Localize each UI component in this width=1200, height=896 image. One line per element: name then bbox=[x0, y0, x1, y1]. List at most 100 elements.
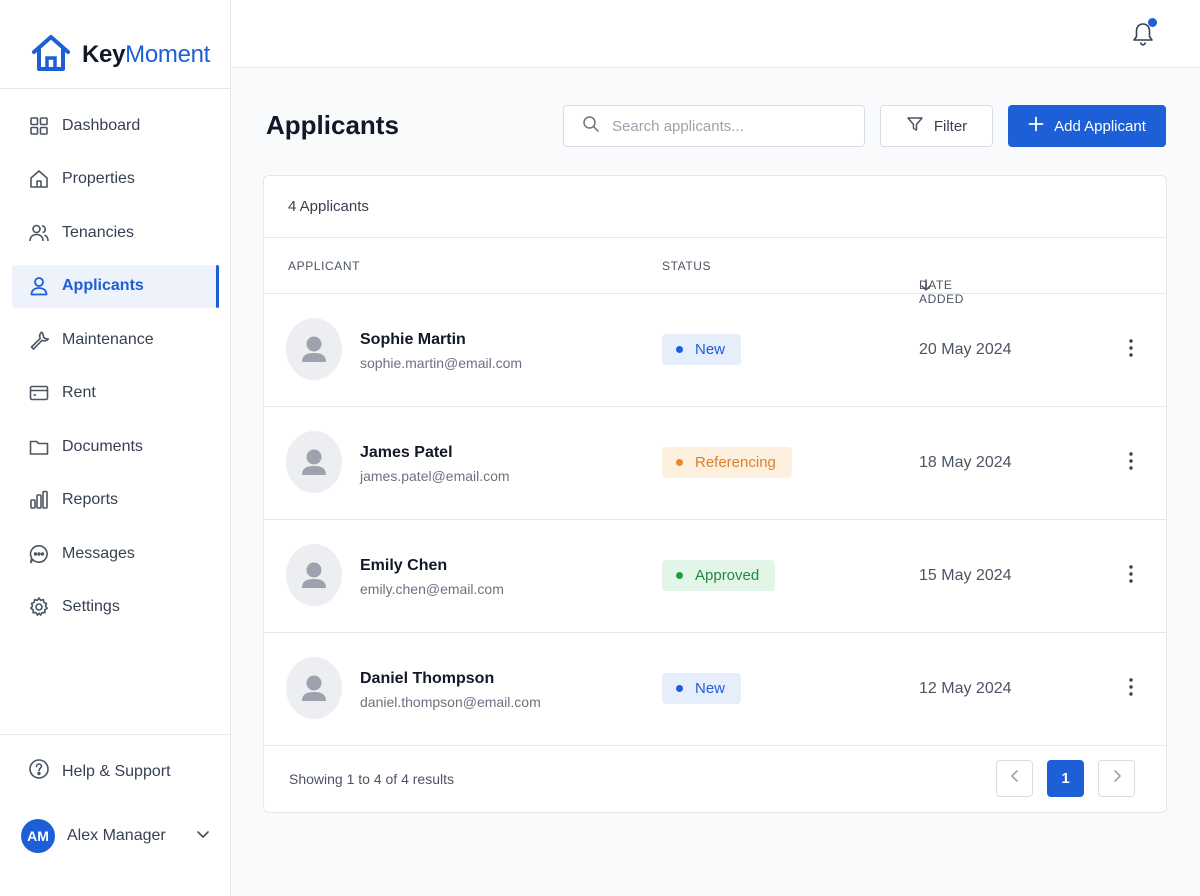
sidebar-item-properties[interactable]: Properties bbox=[12, 158, 219, 201]
sidebar-item-applicants[interactable]: Applicants bbox=[12, 264, 219, 308]
page-button-current[interactable]: 1 bbox=[1047, 760, 1084, 797]
previous-page-button[interactable] bbox=[996, 760, 1033, 797]
sidebar-item-label: Tenancies bbox=[62, 223, 135, 241]
avatar bbox=[286, 544, 342, 606]
table-header: APPLICANT STATUS DATE ADDED bbox=[264, 237, 1166, 306]
arrow-down-icon bbox=[919, 278, 933, 295]
status-badge: Referencing bbox=[662, 447, 792, 478]
help-icon bbox=[28, 758, 50, 785]
bell-icon bbox=[1130, 23, 1156, 52]
folder-icon bbox=[28, 436, 50, 458]
grid-icon bbox=[28, 115, 50, 137]
add-applicant-button[interactable]: Add Applicant bbox=[1008, 105, 1166, 147]
date-added: 12 May 2024 bbox=[919, 680, 1012, 697]
logo[interactable]: KeyMoment bbox=[30, 34, 210, 76]
table-row[interactable]: Emily Chen emily.chen@email.com Approved 15… bbox=[264, 520, 1166, 633]
applicant-name: Emily Chen bbox=[360, 557, 448, 574]
status-badge: New bbox=[662, 673, 742, 704]
column-header-applicant: APPLICANT bbox=[288, 259, 361, 273]
next-page-button[interactable] bbox=[1098, 760, 1135, 797]
column-header-status: STATUS bbox=[662, 259, 712, 273]
status-badge: Approved bbox=[662, 560, 776, 591]
sidebar-item-maintenance[interactable]: Maintenance bbox=[12, 318, 219, 361]
status-badge: New bbox=[662, 334, 742, 365]
gear-icon bbox=[28, 596, 50, 618]
bar-chart-icon bbox=[28, 489, 50, 511]
more-options-button[interactable] bbox=[1121, 677, 1141, 701]
more-options-button[interactable] bbox=[1121, 338, 1141, 362]
applicant-email: emily.chen@email.com bbox=[360, 581, 504, 597]
sidebar: KeyMoment Dashboard Properties Tenancies… bbox=[0, 0, 231, 896]
sidebar-item-label: Messages bbox=[62, 544, 135, 562]
sidebar-nav: Dashboard Properties Tenancies Applicant… bbox=[12, 104, 219, 639]
users-icon bbox=[28, 222, 50, 244]
divider bbox=[0, 734, 231, 735]
status-label: New bbox=[695, 680, 726, 697]
search-input[interactable] bbox=[612, 117, 852, 135]
applicant-email: daniel.thompson@email.com bbox=[360, 694, 541, 710]
user-menu[interactable]: AM Alex Manager bbox=[21, 818, 211, 854]
date-added: 20 May 2024 bbox=[919, 341, 1012, 358]
more-vertical-icon bbox=[1129, 338, 1133, 362]
chevron-right-icon bbox=[1111, 769, 1123, 788]
applicant-name: Sophie Martin bbox=[360, 331, 466, 348]
status-label: Referencing bbox=[695, 454, 776, 471]
filter-icon bbox=[906, 115, 924, 137]
table-row[interactable]: James Patel james.patel@email.com Referenc… bbox=[264, 407, 1166, 520]
sidebar-item-label: Settings bbox=[62, 598, 120, 615]
applicants-card: 4 Applicants APPLICANT STATUS DATE ADDED… bbox=[263, 175, 1167, 813]
notification-dot bbox=[1148, 18, 1157, 27]
sidebar-item-documents[interactable]: Documents bbox=[12, 425, 219, 468]
sidebar-item-reports[interactable]: Reports bbox=[12, 479, 219, 522]
applicant-name: James Patel bbox=[360, 444, 453, 461]
more-vertical-icon bbox=[1129, 451, 1133, 475]
filter-button[interactable]: Filter bbox=[880, 105, 993, 147]
card-icon bbox=[28, 382, 50, 404]
status-label: Approved bbox=[695, 567, 760, 584]
add-applicant-label: Add Applicant bbox=[1054, 117, 1146, 135]
applicant-email: sophie.martin@email.com bbox=[360, 355, 523, 371]
top-bar bbox=[231, 0, 1200, 68]
status-dot bbox=[676, 572, 683, 579]
sidebar-item-label: Maintenance bbox=[62, 330, 154, 348]
status-dot bbox=[676, 346, 683, 353]
notifications-button[interactable] bbox=[1130, 18, 1157, 48]
avatar bbox=[286, 318, 342, 380]
sidebar-item-tenancies[interactable]: Tenancies bbox=[12, 211, 219, 254]
search-box[interactable] bbox=[563, 105, 865, 147]
table-row[interactable]: Daniel Thompson daniel.thompson@email.com… bbox=[264, 633, 1166, 746]
brand-name: KeyMoment bbox=[82, 41, 211, 68]
more-options-button[interactable] bbox=[1121, 451, 1141, 475]
sidebar-item-label: Dashboard bbox=[62, 116, 141, 134]
table-row[interactable]: Sophie Martin sophie.martin@email.com New 2… bbox=[264, 294, 1166, 407]
house-logo-icon bbox=[30, 33, 72, 78]
applicant-email: james.patel@email.com bbox=[360, 468, 510, 484]
sidebar-item-dashboard[interactable]: Dashboard bbox=[12, 104, 219, 147]
sidebar-item-label: Properties bbox=[62, 170, 135, 187]
avatar bbox=[286, 431, 342, 493]
sidebar-item-label: Rent bbox=[62, 384, 96, 401]
date-added: 18 May 2024 bbox=[919, 454, 1012, 471]
more-vertical-icon bbox=[1129, 564, 1133, 588]
help-label: Help & Support bbox=[62, 762, 171, 780]
user-icon bbox=[28, 275, 50, 297]
help-support-link[interactable]: Help & Support bbox=[28, 758, 171, 785]
filter-label: Filter bbox=[933, 117, 968, 135]
wrench-icon bbox=[28, 329, 50, 351]
sidebar-item-rent[interactable]: Rent bbox=[12, 372, 219, 415]
status-label: New bbox=[695, 341, 726, 358]
avatar bbox=[286, 657, 342, 719]
sidebar-item-label: Documents bbox=[62, 437, 143, 455]
user-name: Alex Manager bbox=[67, 827, 166, 844]
chevron-down-icon bbox=[195, 826, 211, 847]
sidebar-item-label: Reports bbox=[62, 491, 119, 508]
sidebar-item-label: Applicants bbox=[62, 277, 144, 294]
more-options-button[interactable] bbox=[1121, 564, 1141, 588]
date-added: 15 May 2024 bbox=[919, 567, 1012, 584]
status-dot bbox=[676, 459, 683, 466]
results-summary: Showing 1 to 4 of 4 results bbox=[289, 771, 454, 787]
sidebar-item-settings[interactable]: Settings bbox=[12, 586, 219, 629]
status-dot bbox=[676, 685, 683, 692]
home-icon bbox=[28, 168, 50, 190]
sidebar-item-messages[interactable]: Messages bbox=[12, 532, 219, 575]
